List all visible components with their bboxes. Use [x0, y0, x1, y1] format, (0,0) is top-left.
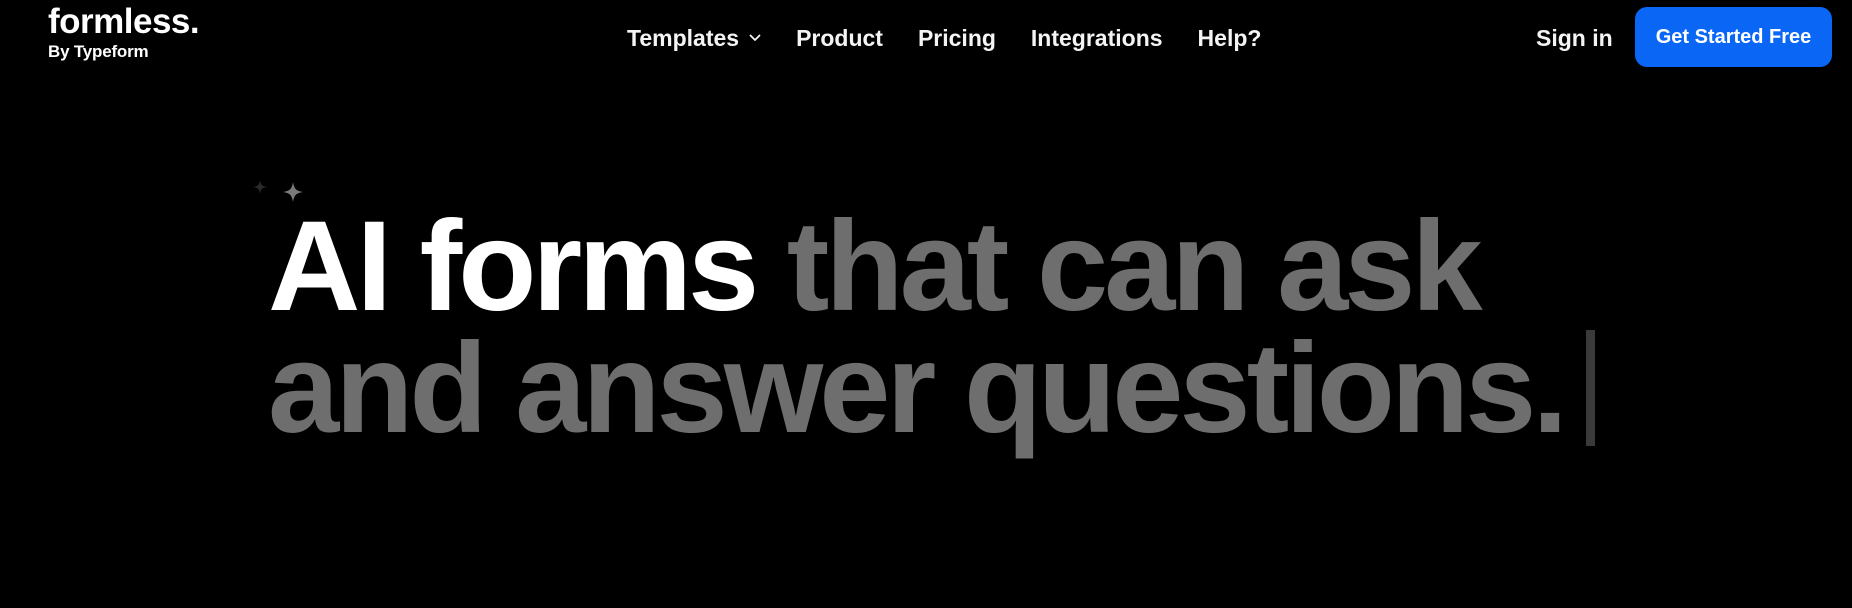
nav-item-help[interactable]: Help? — [1198, 25, 1262, 52]
hero-line-2: and answer questions. — [268, 325, 1828, 453]
nav-item-label: Product — [796, 24, 883, 51]
hero-line-2-text: and answer questions. — [268, 317, 1568, 460]
nav-item-label: Pricing — [917, 24, 996, 51]
logo-byline: By Typeform — [48, 42, 149, 61]
nav-item-integrations[interactable]: Integrations — [1031, 25, 1163, 52]
get-started-button[interactable]: Get Started Free — [1635, 7, 1832, 67]
logo-wordmark: formless. — [48, 2, 200, 41]
nav-item-pricing[interactable]: Pricing — [918, 25, 996, 52]
nav-item-label: Help? — [1197, 24, 1262, 51]
main-nav: Templates Product Pricing Integrations H… — [627, 20, 1261, 56]
hero-heading: AI forms that can ask and answer questio… — [268, 203, 1828, 453]
page: formless. By Typeform Templates Product … — [0, 0, 1852, 608]
sign-in-link[interactable]: Sign in — [1536, 20, 1613, 56]
nav-item-label: Templates — [627, 24, 740, 51]
nav-item-label: Integrations — [1030, 24, 1163, 51]
hero-line-1: AI forms that can ask — [268, 203, 1828, 331]
typing-caret — [1585, 330, 1595, 446]
logo[interactable]: formless. By Typeform — [48, 2, 200, 61]
nav-item-product[interactable]: Product — [796, 25, 883, 52]
chevron-down-icon — [749, 34, 761, 41]
nav-item-templates[interactable]: Templates — [627, 25, 761, 52]
